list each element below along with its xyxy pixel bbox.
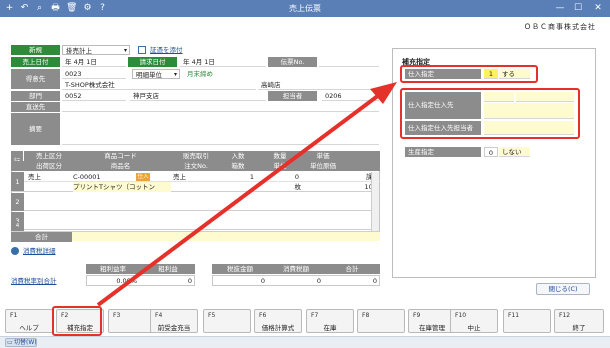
fkey-number: F8 [362, 312, 370, 319]
switch-icon: ▭ [7, 339, 13, 346]
fkey-number: F7 [311, 312, 319, 319]
fkey-label: 前受金充当 [157, 324, 191, 332]
fkey-label: 在庫管理 [419, 324, 445, 332]
fkey-number: F9 [413, 312, 421, 319]
status-bar: ▭ 切替(W) [0, 336, 610, 348]
fkey-label: 終了 [572, 324, 586, 332]
fkey-number: F11 [508, 312, 520, 319]
fkey-number: F4 [155, 312, 163, 319]
fkey-f5[interactable]: F5 [203, 309, 251, 333]
arrow-overlay [96, 82, 397, 307]
fkey-f9[interactable]: F9 在庫管理 [408, 309, 456, 333]
fkey-label: 中止 [467, 324, 481, 332]
fkey-f12[interactable]: F12 終了 [554, 309, 604, 333]
fkey-number: F6 [259, 312, 267, 319]
switch-label: 切替(W) [14, 339, 37, 346]
fkey-f7[interactable]: F7 在庫 [306, 309, 354, 333]
fkey-f3[interactable]: F3 [108, 309, 156, 333]
fkey-number: F5 [208, 312, 216, 319]
fkey-f11[interactable]: F11 [503, 309, 551, 333]
fkey-f4[interactable]: F4 前受金充当 [150, 309, 198, 333]
fkey-f6[interactable]: F6 価格計算式 [254, 309, 302, 333]
fkey-number: F12 [559, 312, 571, 319]
fkey-f8[interactable]: F8 [357, 309, 405, 333]
fkey-number: F10 [455, 312, 467, 319]
fkey-f1[interactable]: F1 ヘルプ [5, 309, 53, 333]
arrow-line [96, 90, 385, 307]
fkey-label: ヘルプ [19, 324, 39, 332]
fkey-number: F1 [10, 312, 18, 319]
fkey-label: 在庫 [323, 324, 337, 332]
highlight-f2 [52, 306, 102, 336]
fkey-label: 価格計算式 [261, 324, 295, 332]
fkey-number: F3 [113, 312, 121, 319]
fkey-f10[interactable]: F10 中止 [450, 309, 498, 333]
